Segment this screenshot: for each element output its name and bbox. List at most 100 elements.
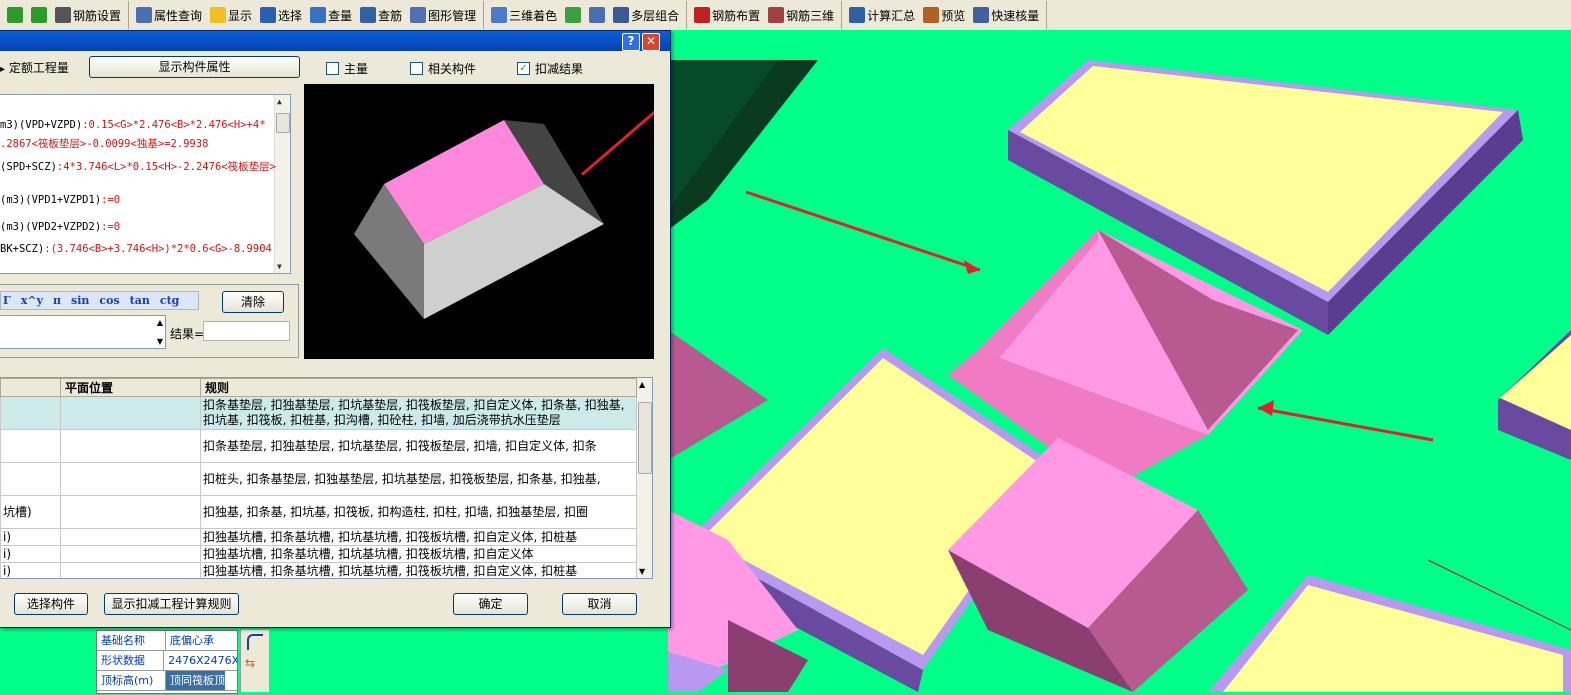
calc-symbol-button[interactable]: ctg (160, 294, 179, 307)
formula-value: :4*3.746<L>*0.15<H>-2.2476<筏板垫层> (56, 161, 276, 173)
formula-text: (m3)(VPD2+VZPD2) (0, 221, 102, 233)
move-tool-icon[interactable]: ⇆ (245, 656, 263, 670)
checkbox-related-members[interactable]: 相关构件 (410, 60, 476, 77)
toolbar-group: 属性查询 显示 选择 查量 查筋 图形管理 (129, 1, 485, 29)
query-quantity-button[interactable]: 查量 (306, 3, 356, 27)
select-member-button[interactable]: 选择构件 (14, 593, 88, 615)
table-row[interactable]: 扣桩头, 扣条基垫层, 扣独基垫层, 扣坑基垫层, 扣筏板垫层, 扣条基, 扣独… (0, 462, 637, 496)
header-col-0[interactable] (0, 378, 61, 397)
calc-symbol-bar: Γx^y π sin cos tan ctg (0, 291, 199, 310)
close-button[interactable]: ✕ (642, 33, 660, 51)
table-row[interactable]: i) 扣独基坑槽, 扣条基坑槽, 扣坑基坑槽, 扣筏板坑槽, 扣自定义体, 扣桩基 (0, 528, 637, 546)
redo-button[interactable] (27, 3, 51, 27)
3d-color-icon (491, 7, 508, 23)
quota-label: 定额工程量 (8, 61, 69, 75)
table-cell: 扣桩头, 扣条基垫层, 扣独基垫层, 扣坑基垫层, 扣筏板垫层, 扣条基, 扣独… (200, 462, 637, 496)
formula-text-area[interactable]: ▲ ▼ m3)(VPD+VZPD):0.15<G>*2.476<B>*2.476… (0, 94, 291, 274)
rebar-settings-button[interactable]: 钢筋设置 (51, 3, 125, 27)
property-row[interactable]: 基础名称 底偏心承 (97, 631, 237, 651)
formula-text: BK+SCZ) (0, 243, 45, 255)
preview-icon (923, 7, 940, 23)
main-toolbar: 钢筋设置 属性查询 显示 选择 查量 查筋 图形管理 三维着色 多层组合 钢筋布置 钢筋三维 计算汇总… (0, 0, 1571, 31)
select-cursor-button[interactable]: 选择 (256, 3, 306, 27)
table-row[interactable]: i) 扣独基坑槽, 扣条基坑槽, 扣坑基坑槽, 扣筏板坑槽, 扣自定义体 (0, 545, 637, 563)
property-row[interactable]: 形状数据 2476X2476X (97, 651, 237, 671)
header-rules[interactable]: 规则 (200, 378, 637, 397)
cancel-button[interactable]: 取消 (562, 593, 637, 615)
query-rebar-button[interactable]: 查筋 (356, 3, 406, 27)
dialog-titlebar: ? ✕ (0, 31, 670, 51)
rules-grid[interactable]: 平面位置 规则 扣条基垫层, 扣独基垫层, 扣坑基垫层, 扣筏板垫层, 扣自定义… (0, 377, 653, 579)
property-key: 顶标高(m) (97, 671, 166, 690)
show-deduction-rules-button[interactable]: 显示扣减工程计算规则 (104, 593, 239, 615)
show-properties-button[interactable]: 显示构件属性 (89, 56, 300, 78)
toolbar-label: 显示 (228, 8, 253, 23)
scroll-thumb[interactable] (638, 402, 652, 474)
graphics-manage-icon (410, 7, 427, 23)
scroll-down-icon: ▼ (277, 262, 282, 271)
rebar-3d-button[interactable]: 钢筋三维 (764, 3, 838, 27)
table-cell: 坑槽) (0, 495, 61, 529)
scroll-thumb[interactable] (276, 113, 290, 133)
calc-expression-input[interactable]: ▲ ▼ (0, 315, 166, 349)
property-value[interactable]: 底偏心承 (166, 631, 214, 650)
quota-radio[interactable]: ▸ 定额工程量 (0, 59, 69, 76)
scroll-down-icon: ▼ (639, 567, 646, 576)
property-value[interactable]: 2476X2476X (164, 651, 237, 670)
property-query-button[interactable]: 属性查询 (132, 3, 206, 27)
property-key: 基础名称 (97, 631, 166, 650)
grid-scrollbar[interactable]: ▲ ▼ (637, 378, 652, 578)
properties-table: 基础名称 底偏心承 形状数据 2476X2476X 顶标高(m) 顶同筏板顶 (96, 630, 238, 694)
toolbar-label: 三维着色 (509, 8, 558, 23)
multi-layer-button[interactable]: 多层组合 (609, 3, 683, 27)
table-row[interactable]: 扣条基垫层, 扣独基垫层, 扣坑基垫层, 扣筏板垫层, 扣自定义体, 扣条基, … (0, 396, 637, 430)
checkbox-box (410, 62, 423, 75)
calc-symbol-button[interactable]: cos (99, 294, 119, 307)
quick-check-button[interactable]: 快速核量 (969, 3, 1043, 27)
property-row[interactable]: 顶标高(m) 顶同筏板顶 (97, 671, 237, 691)
undo-button[interactable] (3, 3, 27, 27)
calc-symbol-button[interactable]: Γ (3, 294, 11, 307)
3d-scene[interactable] (548, 30, 1571, 692)
calc-symbol-button[interactable]: sin (71, 294, 89, 307)
property-value[interactable]: 顶同筏板顶 (166, 671, 225, 690)
header-position[interactable]: 平面位置 (60, 378, 201, 397)
spin-down-icon: ▼ (156, 337, 163, 346)
help-button[interactable]: ? (622, 33, 640, 51)
table-row[interactable]: i) 扣独基坑槽, 扣条基坑槽, 扣坑基坑槽, 扣筏板坑槽, 扣自定义体, 扣桩基 (0, 562, 637, 578)
3d-preview[interactable] (304, 84, 684, 359)
table-row[interactable]: 扣条基垫层, 扣独基垫层, 扣坑基垫层, 扣筏板垫层, 扣墙, 扣自定义体, 扣… (0, 429, 637, 463)
toolbar-label: 选择 (278, 8, 303, 23)
grid-header-row: 平面位置 规则 (0, 378, 637, 397)
formula-text: m3)(VPD+VZPD) (0, 119, 83, 131)
3d-viewport[interactable] (548, 30, 1571, 692)
checkbox-main-quantity[interactable]: 主量 (326, 60, 368, 77)
formula-line: (m3)(VPD1+VZPD1):=0 (0, 194, 120, 206)
graphics-manage-button[interactable]: 图形管理 (406, 3, 480, 27)
bulb-button[interactable]: 显示 (206, 3, 256, 27)
toolbar-group: 钢筋设置 (0, 1, 130, 29)
calc-symbol-button[interactable]: π (53, 294, 61, 307)
arc-tool-icon[interactable] (247, 634, 263, 650)
magic-button[interactable] (585, 3, 609, 27)
calc-summary-button[interactable]: 计算汇总 (845, 3, 919, 27)
toolbar-label: 快速核量 (991, 8, 1040, 23)
table-cell (0, 462, 61, 496)
calc-symbol-button[interactable]: x^y (21, 294, 43, 307)
rebar-layout-button[interactable]: 钢筋布置 (690, 3, 764, 27)
clear-button[interactable]: 清除 (222, 291, 284, 313)
preview-button[interactable]: 预览 (919, 3, 969, 27)
toolbar-label: 图形管理 (428, 8, 477, 23)
checkbox-deduction-result[interactable]: ✓ 扣减结果 (517, 60, 583, 77)
formula-scrollbar[interactable]: ▲ ▼ (274, 95, 290, 273)
brush-button[interactable] (561, 3, 585, 27)
ok-button[interactable]: 确定 (453, 593, 528, 615)
table-cell: 扣独基坑槽, 扣条基坑槽, 扣坑基坑槽, 扣筏板坑槽, 扣自定义体, 扣桩基 (200, 562, 637, 578)
formula-line: (SPD+SCZ):4*3.746<L>*0.15<H>-2.2476<筏板垫层… (0, 159, 276, 174)
select-cursor-icon (260, 7, 277, 23)
table-row[interactable]: 坑槽) 扣独基, 扣条基, 扣坑基, 扣筏板, 扣构造柱, 扣柱, 扣墙, 扣独基… (0, 495, 637, 529)
3d-color-button[interactable]: 三维着色 (487, 3, 561, 27)
query-quantity-icon (310, 7, 327, 23)
result-field[interactable] (203, 321, 290, 341)
calc-symbol-button[interactable]: tan (130, 294, 150, 307)
